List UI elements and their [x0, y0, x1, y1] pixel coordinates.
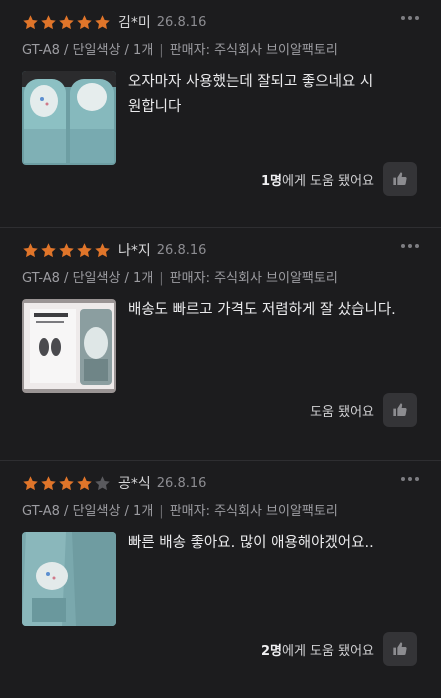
star-icon [95, 14, 110, 29]
thumbs-up-icon [393, 642, 407, 655]
review-header: 공*식 26.8.16 [22, 461, 419, 494]
review-item: 공*식 26.8.16 GT-A8 / 단일색상 / 1개 | 판매자: 주식회사 … [0, 461, 441, 698]
product-option: GT-A8 / 단일색상 / 1개 [22, 271, 154, 286]
review-date: 26.8.16 [156, 475, 207, 491]
star-icon [59, 475, 74, 490]
rating-stars [22, 242, 111, 259]
star-icon [23, 242, 38, 257]
review-date: 26.8.16 [156, 242, 207, 258]
reviewer-name: 김*미 [118, 15, 151, 31]
star-icon [59, 242, 74, 257]
star-icon [59, 14, 74, 29]
thumbs-up-icon [393, 403, 407, 416]
more-dots-icon[interactable] [401, 477, 419, 481]
reviewer-name: 공*식 [118, 476, 151, 492]
product-option: GT-A8 / 단일색상 / 1개 [22, 504, 154, 519]
like-button[interactable] [383, 632, 417, 666]
more-dots-icon[interactable] [401, 16, 419, 20]
star-icon [77, 242, 92, 257]
review-item: 나*지 26.8.16 GT-A8 / 단일색상 / 1개 | 판매자: 주식회사 … [0, 228, 441, 461]
like-button[interactable] [383, 393, 417, 427]
helpful-label: 에게 도움 됐어요 [282, 643, 374, 659]
review-photo[interactable] [22, 299, 116, 393]
review-header: 나*지 26.8.16 [22, 228, 419, 261]
star-icon [95, 242, 110, 257]
helpful-count: 1명 [260, 173, 282, 189]
review-text: 배송도 빠르고 가격도 저렴하게 잘 샀습니다. [128, 302, 396, 318]
rating-stars [22, 14, 111, 31]
review-photo[interactable] [22, 71, 116, 165]
star-icon [23, 14, 38, 29]
review-item: 김*미 26.8.16 GT-A8 / 단일색상 / 1개 | 판매자: 주식회사 … [0, 0, 441, 228]
helpful-label: 도움 됐어요 [310, 404, 374, 420]
seller-name: 판매자: 주식회사 브이알팩토리 [169, 43, 338, 58]
star-icon [77, 475, 92, 490]
star-icon [23, 475, 38, 490]
rating-stars [22, 475, 111, 492]
star-icon [95, 475, 110, 490]
review-text: 빠른 배송 좋아요. 많이 애용해야겠어요.. [128, 535, 374, 551]
helpful-section: 2명에게 도움 됐어요 [261, 632, 417, 666]
option-info: GT-A8 / 단일색상 / 1개 | 판매자: 주식회사 브이알팩토리 [22, 43, 338, 58]
review-date: 26.8.16 [156, 14, 207, 30]
thumbs-up-icon [393, 172, 407, 185]
seller-name: 판매자: 주식회사 브이알팩토리 [169, 271, 338, 286]
seller-name: 판매자: 주식회사 브이알팩토리 [169, 504, 338, 519]
like-button[interactable] [383, 162, 417, 196]
review-text: 오자마자 사용했는데 잘되고 좋으네요 시원합니다 [128, 74, 374, 115]
star-icon [41, 14, 56, 29]
helpful-label: 에게 도움 됐어요 [282, 173, 374, 189]
option-info: GT-A8 / 단일색상 / 1개 | 판매자: 주식회사 브이알팩토리 [22, 271, 338, 286]
review-photo[interactable] [22, 532, 116, 626]
review-header: 김*미 26.8.16 [22, 0, 419, 33]
star-icon [41, 242, 56, 257]
helpful-section: 도움 됐어요 [310, 393, 417, 427]
helpful-count: 2명 [260, 643, 282, 659]
option-info: GT-A8 / 단일색상 / 1개 | 판매자: 주식회사 브이알팩토리 [22, 504, 338, 519]
product-option: GT-A8 / 단일색상 / 1개 [22, 43, 154, 58]
more-dots-icon[interactable] [401, 244, 419, 248]
reviewer-name: 나*지 [118, 243, 151, 259]
helpful-section: 1명에게 도움 됐어요 [261, 162, 417, 196]
star-icon [41, 475, 56, 490]
star-icon [77, 14, 92, 29]
